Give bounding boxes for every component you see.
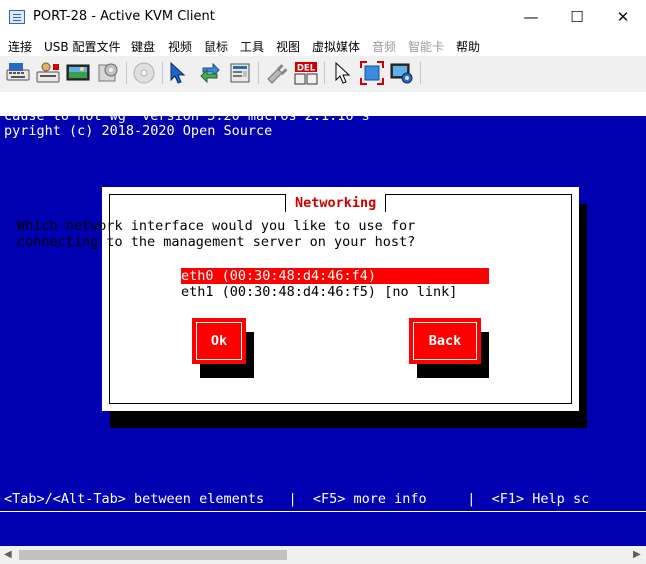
back-button-label: Back [413,322,477,360]
single-cursor-icon[interactable] [330,61,354,85]
ok-button[interactable]: Ok [192,318,246,364]
scroll-left-arrow-icon[interactable]: ◀ [4,549,12,560]
disc-icon[interactable] [132,61,156,85]
kvm-screen[interactable]: cause to not wg version 5.20 macros 2.1.… [0,92,646,546]
app-icon [9,10,25,24]
screenshot-icon[interactable] [390,61,414,85]
screen-top-strip [0,92,646,116]
dialog-question-line-2: connecting to the management server on y… [17,234,416,250]
user-keyboard-icon[interactable] [36,61,60,85]
dialog-title: Networking [285,194,387,212]
settings-icon[interactable] [96,61,120,85]
toolbar-separator [258,62,259,84]
fit-screen-icon[interactable] [360,61,384,85]
toolbar-separator [162,62,163,84]
back-button[interactable]: Back [409,318,481,364]
ctrl-alt-del-icon[interactable]: DEL [294,61,318,85]
keyboard-icon[interactable] [6,61,30,85]
del-label: DEL [297,64,316,74]
minimize-button[interactable]: — [508,0,554,34]
maximize-button[interactable]: ☐ [554,0,600,34]
menu-connect[interactable]: 连接 [8,38,32,55]
interface-option-eth0[interactable]: eth0 (00:30:48:d4:46:f4) [181,268,489,284]
menu-smart-card[interactable]: 智能卡 [408,38,444,55]
menu-usb-profile[interactable]: USB 配置文件 [44,38,120,55]
title-bar: PORT-28 - Active KVM Client — ☐ ✕ [0,0,646,34]
window-title: PORT-28 - Active KVM Client [33,9,215,24]
menu-help[interactable]: 帮助 [456,38,480,55]
horizontal-scrollbar[interactable]: ◀ ▶ [0,546,646,564]
interface-list[interactable]: eth0 (00:30:48:d4:46:f4) eth1 (00:30:48:… [181,268,489,300]
toolbar-separator [420,62,421,84]
help-line: <Tab>/<Alt-Tab> between elements | <F5> … [4,491,590,507]
screen-bottom-line [0,511,646,512]
menu-mouse[interactable]: 鼠标 [204,38,228,55]
menu-virtual-media[interactable]: 虚拟媒体 [312,38,360,55]
sync-icon[interactable] [198,61,222,85]
interface-option-eth1[interactable]: eth1 (00:30:48:d4:46:f5) [no link] [181,284,489,300]
toolbar-separator [126,62,127,84]
screen-capture-icon[interactable] [66,61,90,85]
scroll-right-arrow-icon[interactable]: ▶ [633,549,641,560]
cursor-icon[interactable] [168,61,192,85]
menu-tools[interactable]: 工具 [240,38,264,55]
close-button[interactable]: ✕ [600,0,646,34]
terminal-line-copyright: pyright (c) 2018-2020 Open Source [4,123,273,139]
menu-keyboard[interactable]: 键盘 [131,38,155,55]
scrollbar-thumb[interactable] [19,550,287,560]
menu-view[interactable]: 视图 [276,38,300,55]
menu-video[interactable]: 视频 [168,38,192,55]
network-plug-icon[interactable] [264,61,288,85]
menu-audio[interactable]: 音频 [372,38,396,55]
toolbar-separator [324,62,325,84]
dialog-question-line-1: Which network interface would you like t… [17,218,416,234]
ok-button-label: Ok [196,322,242,360]
menu-bar: 连接 USB 配置文件 键盘 视频 鼠标 工具 视图 虚拟媒体 音频 智能卡 帮… [0,34,646,56]
monitor-settings-icon[interactable] [228,61,252,85]
toolbar: DEL [0,56,646,92]
